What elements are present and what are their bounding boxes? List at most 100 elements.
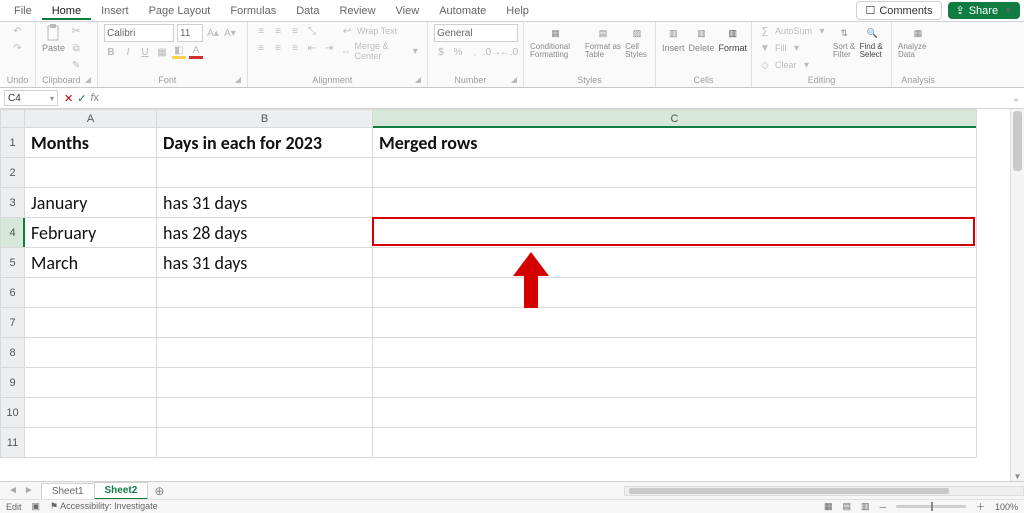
delete-cells-button[interactable]: ▥Delete xyxy=(689,24,715,53)
cell[interactable]: has 31 days xyxy=(157,188,373,218)
row-header[interactable]: 11 xyxy=(1,428,25,458)
redo-icon[interactable]: ↷ xyxy=(11,41,25,55)
number-format-select[interactable] xyxy=(434,24,518,42)
comments-button[interactable]: ☐ Comments xyxy=(856,1,941,20)
cell[interactable] xyxy=(373,308,977,338)
cell[interactable] xyxy=(373,368,977,398)
cell[interactable]: March xyxy=(25,248,157,278)
tab-data[interactable]: Data xyxy=(286,2,329,20)
format-painter-icon[interactable]: ✎ xyxy=(69,58,83,72)
column-header[interactable]: A xyxy=(25,110,157,128)
cell[interactable] xyxy=(25,158,157,188)
cell[interactable]: Months xyxy=(25,128,157,158)
cell[interactable] xyxy=(373,218,977,248)
cell[interactable] xyxy=(373,428,977,458)
tab-file[interactable]: File xyxy=(4,2,42,20)
view-page-break-icon[interactable]: ▥ xyxy=(861,501,870,512)
align-right-icon[interactable]: ≡ xyxy=(288,41,302,55)
fx-icon[interactable]: fx xyxy=(90,92,99,104)
underline-icon[interactable]: U xyxy=(138,45,152,59)
cell[interactable] xyxy=(157,158,373,188)
tab-help[interactable]: Help xyxy=(496,2,539,20)
merge-center-button[interactable]: ⇔Merge & Center ▾ xyxy=(340,41,421,61)
select-all-corner[interactable] xyxy=(1,110,25,128)
increase-font-icon[interactable]: A▴ xyxy=(206,26,220,40)
macro-record-icon[interactable]: ▣ xyxy=(32,501,41,512)
cell[interactable] xyxy=(25,278,157,308)
comma-icon[interactable]: , xyxy=(468,45,482,59)
column-header[interactable]: B xyxy=(157,110,373,128)
paste-button[interactable]: Paste xyxy=(42,24,65,53)
cell[interactable] xyxy=(373,398,977,428)
dialog-launcher-icon[interactable]: ◢ xyxy=(85,75,91,84)
conditional-formatting-button[interactable]: ▦Conditional Formatting xyxy=(530,24,581,59)
wrap-text-button[interactable]: ↩Wrap Text xyxy=(340,24,421,38)
cell[interactable] xyxy=(373,188,977,218)
insert-cells-button[interactable]: ▥Insert xyxy=(662,24,685,53)
view-page-layout-icon[interactable]: ▤ xyxy=(843,501,852,512)
cell[interactable] xyxy=(25,398,157,428)
increase-indent-icon[interactable]: ⇥ xyxy=(322,41,336,55)
share-button[interactable]: ⇪ Share▼ xyxy=(948,2,1021,19)
cells-table[interactable]: ABC1MonthsDays in each for 2023Merged ro… xyxy=(0,109,977,458)
zoom-in-icon[interactable]: ＋ xyxy=(976,500,985,513)
dialog-launcher-icon[interactable]: ◢ xyxy=(415,75,421,84)
view-normal-icon[interactable]: ▦ xyxy=(824,501,833,512)
sheet-tab-sheet1[interactable]: Sheet1 xyxy=(41,483,95,499)
tab-review[interactable]: Review xyxy=(329,2,385,20)
decrease-indent-icon[interactable]: ⇤ xyxy=(305,41,319,55)
find-select-button[interactable]: 🔍Find & Select xyxy=(860,24,885,59)
align-top-icon[interactable]: ≡ xyxy=(254,24,268,38)
row-header[interactable]: 2 xyxy=(1,158,25,188)
row-header[interactable]: 7 xyxy=(1,308,25,338)
cell[interactable] xyxy=(157,278,373,308)
cell[interactable] xyxy=(157,398,373,428)
row-header[interactable]: 3 xyxy=(1,188,25,218)
cell[interactable]: has 28 days xyxy=(157,218,373,248)
cell[interactable] xyxy=(25,428,157,458)
cut-icon[interactable]: ✂ xyxy=(69,24,83,38)
row-header[interactable]: 9 xyxy=(1,368,25,398)
cell[interactable] xyxy=(373,158,977,188)
row-header[interactable]: 8 xyxy=(1,338,25,368)
fill-button[interactable]: ▼Fill ▾ xyxy=(758,41,829,55)
decrease-decimal-icon[interactable]: ←.0 xyxy=(502,45,516,59)
accessibility-status[interactable]: ⚑ Accessibility: Investigate xyxy=(50,501,158,512)
cell[interactable]: Days in each for 2023 xyxy=(157,128,373,158)
tab-formulas[interactable]: Formulas xyxy=(220,2,286,20)
dialog-launcher-icon[interactable]: ◢ xyxy=(235,75,241,84)
cell[interactable] xyxy=(373,338,977,368)
font-size-select[interactable] xyxy=(177,24,203,42)
cancel-icon[interactable]: ✕ xyxy=(64,92,73,105)
name-box[interactable]: C4▾ xyxy=(4,90,58,106)
zoom-slider[interactable] xyxy=(896,505,966,508)
cell[interactable] xyxy=(157,308,373,338)
increase-decimal-icon[interactable]: .0→ xyxy=(485,45,499,59)
horizontal-scrollbar[interactable] xyxy=(624,486,1024,496)
tab-page-layout[interactable]: Page Layout xyxy=(139,2,221,20)
tab-automate[interactable]: Automate xyxy=(429,2,496,20)
expand-formula-bar-icon[interactable]: ⌄ xyxy=(1008,93,1024,104)
row-header[interactable]: 4 xyxy=(1,218,25,248)
border-icon[interactable]: ▦ xyxy=(155,45,169,59)
bold-icon[interactable]: B xyxy=(104,45,118,59)
scroll-down-icon[interactable]: ▼ xyxy=(1011,472,1024,481)
sheet-tab-sheet2[interactable]: Sheet2 xyxy=(94,482,149,500)
cell[interactable] xyxy=(373,278,977,308)
align-middle-icon[interactable]: ≡ xyxy=(271,24,285,38)
clear-button[interactable]: ◇Clear ▾ xyxy=(758,58,829,72)
align-bottom-icon[interactable]: ≡ xyxy=(288,24,302,38)
accounting-icon[interactable]: $ xyxy=(434,45,448,59)
analyze-data-button[interactable]: ▦Analyze Data xyxy=(898,24,938,59)
cell[interactable]: Merged rows xyxy=(373,128,977,158)
vertical-scrollbar[interactable]: ▲ ▼ xyxy=(1010,109,1024,481)
cell[interactable]: has 31 days xyxy=(157,248,373,278)
zoom-level[interactable]: 100% xyxy=(995,502,1018,512)
font-name-select[interactable] xyxy=(104,24,174,42)
format-as-table-button[interactable]: ▤Format as Table xyxy=(585,24,621,59)
percent-icon[interactable]: % xyxy=(451,45,465,59)
tab-insert[interactable]: Insert xyxy=(91,2,139,20)
cell[interactable]: January xyxy=(25,188,157,218)
dialog-launcher-icon[interactable]: ◢ xyxy=(511,75,517,84)
cell[interactable] xyxy=(373,248,977,278)
